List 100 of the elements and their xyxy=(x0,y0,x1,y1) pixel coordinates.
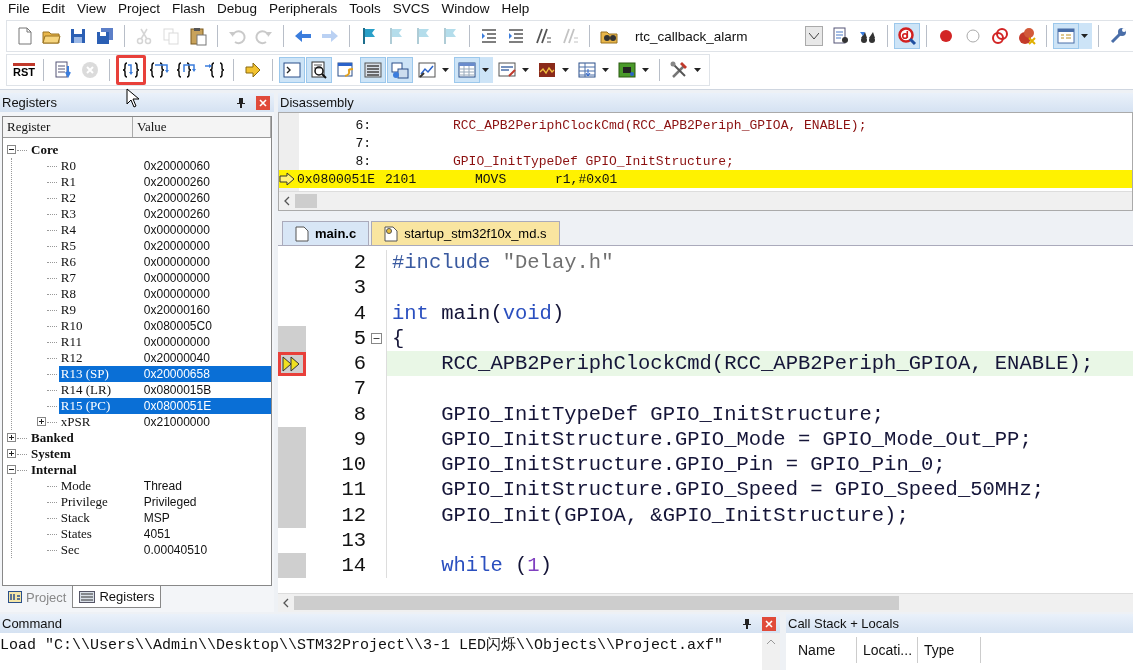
project-window-icon xyxy=(8,591,22,603)
line-number: 5 xyxy=(352,326,366,350)
register-row[interactable]: R7 0x00000000 xyxy=(58,270,271,286)
expand-toggle-icon[interactable] xyxy=(7,449,17,459)
close-button[interactable] xyxy=(256,95,270,110)
toolbar-button[interactable] xyxy=(894,23,920,49)
file-icon xyxy=(295,225,309,242)
expand-toggle-icon[interactable] xyxy=(7,433,17,443)
code-line: RCC_APB2PeriphClockCmd(RCC_APB2Periph_GPIOA, ENABLE); xyxy=(440,352,1094,376)
register-row[interactable]: Stack MSP xyxy=(58,510,271,526)
file-tab[interactable]: startup_stm32f10x_md.s xyxy=(371,221,560,245)
dropdown-arrow-icon[interactable] xyxy=(442,68,449,72)
code-line: GPIO_InitStructure.GPIO_Speed = GPIO_Speed_50MHz; xyxy=(440,478,1044,502)
arrow-right-icon xyxy=(243,60,263,80)
column-header[interactable]: Type xyxy=(918,637,981,663)
menu-item[interactable]: SVCS xyxy=(388,0,438,16)
column-header[interactable]: Register xyxy=(3,117,133,137)
vertical-scrollbar[interactable] xyxy=(762,633,780,670)
register-row[interactable]: R13 (SP) 0x20000658 xyxy=(58,366,271,382)
column-header[interactable]: Value xyxy=(133,117,271,137)
horizontal-scrollbar[interactable] xyxy=(279,191,1132,210)
register-row[interactable]: States 4051 xyxy=(58,526,271,542)
run-to-cursor-icon xyxy=(204,60,224,80)
dropdown-arrow-icon[interactable] xyxy=(602,68,609,72)
dropdown-arrow-icon[interactable] xyxy=(642,68,649,72)
register-row[interactable]: R4 0x00000000 xyxy=(58,222,271,238)
register-row[interactable]: R14 (LR) 0x0800015B xyxy=(58,382,271,398)
arrow-right-icon xyxy=(279,172,295,186)
dropdown-arrow-icon[interactable] xyxy=(522,68,529,72)
menu-item[interactable]: Tools xyxy=(345,0,389,16)
register-row[interactable]: R15 (PC) 0x0800051E xyxy=(58,398,271,414)
toolbar-button[interactable] xyxy=(306,57,332,83)
mnemonic: MOVS xyxy=(475,171,508,187)
expand-toggle-icon[interactable] xyxy=(37,417,47,427)
scrollbar-thumb[interactable] xyxy=(295,194,317,208)
register-row[interactable]: R5 0x20000000 xyxy=(58,238,271,254)
register-row[interactable]: R11 0x00000000 xyxy=(58,334,271,350)
register-row[interactable]: Privilege Privileged xyxy=(58,494,271,510)
line-number: 4 xyxy=(352,301,366,325)
grid-window-icon xyxy=(457,60,477,80)
command-output-line: Load "C:\\Users\\Admin\\Desktop\\STM32Project\\3-1 LED闪烁\\Objects\\Project.axf" xyxy=(0,636,725,656)
register-row[interactable]: R0 0x20000060 xyxy=(58,158,271,174)
horizontal-scrollbar[interactable] xyxy=(278,593,1133,612)
register-row[interactable]: R1 0x20000260 xyxy=(58,174,271,190)
reset-button[interactable]: RST xyxy=(11,57,37,83)
menu-item[interactable]: View xyxy=(73,0,115,16)
tree-group[interactable]: Core xyxy=(29,142,243,158)
register-row[interactable]: R2 0x20000260 xyxy=(58,190,271,206)
column-header[interactable]: Name xyxy=(792,637,857,663)
line-number: 8 xyxy=(352,402,366,426)
dropdown-arrow-icon[interactable] xyxy=(694,68,701,72)
dropdown-arrow-icon[interactable] xyxy=(1081,34,1088,38)
dropdown-arrow-icon[interactable] xyxy=(562,68,569,72)
register-row[interactable]: R12 0x20000040 xyxy=(58,350,271,366)
column-header[interactable]: Locati... xyxy=(857,637,918,663)
scrollbar-thumb[interactable] xyxy=(294,596,899,610)
graph-icon xyxy=(537,60,557,80)
register-row[interactable]: R8 0x00000000 xyxy=(58,286,271,302)
step-over-icon xyxy=(150,60,170,80)
fold-toggle-icon[interactable] xyxy=(370,332,382,344)
tree-group[interactable]: System xyxy=(29,446,243,462)
pin-icon[interactable] xyxy=(742,617,752,630)
menu-item[interactable]: File xyxy=(4,0,38,16)
close-button[interactable] xyxy=(762,616,776,631)
menu-item[interactable]: Window xyxy=(437,0,498,16)
function-dropdown[interactable]: rtc_callback_alarm xyxy=(627,25,823,47)
wrench-icon xyxy=(1108,26,1128,46)
table-icon xyxy=(577,60,597,80)
tree-group[interactable]: Banked xyxy=(29,430,243,446)
menu-item[interactable]: Debug xyxy=(213,0,265,16)
line-number: 13 xyxy=(340,528,366,552)
register-row[interactable]: xPSR 0x21000000 xyxy=(58,414,271,430)
menu-item[interactable]: Peripherals xyxy=(264,0,346,16)
panel-tab[interactable]: Registers xyxy=(72,586,162,608)
tree-group[interactable]: Internal xyxy=(29,462,243,478)
tools-icon xyxy=(669,60,689,80)
toolbar-button[interactable] xyxy=(116,55,146,85)
register-row[interactable]: R3 0x20000260 xyxy=(58,206,271,222)
register-row[interactable]: R10 0x080005C0 xyxy=(58,318,271,334)
source-line-number: 7: xyxy=(354,135,371,151)
register-row[interactable]: R9 0x20000160 xyxy=(58,302,271,318)
register-row[interactable]: Mode Thread xyxy=(58,478,271,494)
stop-icon xyxy=(80,60,100,80)
menu-item[interactable]: Project xyxy=(114,0,169,16)
file-tab[interactable]: main.c xyxy=(282,221,370,245)
dropdown-arrow-icon[interactable] xyxy=(482,68,489,72)
line-number: 14 xyxy=(340,554,366,578)
menu-item[interactable]: Help xyxy=(497,0,538,16)
code-line: GPIO_InitStructure.GPIO_Pin = GPIO_Pin_0; xyxy=(440,453,946,477)
menu-item[interactable]: Edit xyxy=(37,0,74,16)
code-line: GPIO_InitStructure.GPIO_Mode = GPIO_Mode_Out_PP; xyxy=(440,427,1032,451)
pin-icon[interactable] xyxy=(236,96,246,109)
register-row[interactable]: R6 0x00000000 xyxy=(58,254,271,270)
collapse-toggle-icon[interactable] xyxy=(7,465,17,475)
menu-item[interactable]: Flash xyxy=(168,0,214,16)
register-row[interactable]: Sec 0.00040510 xyxy=(58,542,271,558)
clipboard-icon xyxy=(188,26,208,46)
magnifier-page-icon xyxy=(309,60,329,80)
collapse-toggle-icon[interactable] xyxy=(7,145,17,155)
line-number: 7 xyxy=(352,377,366,401)
